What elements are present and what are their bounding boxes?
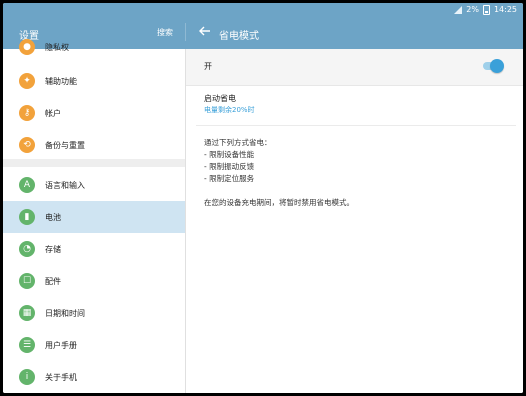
sidebar-item-accessories[interactable]: ☐ 配件: [3, 265, 185, 297]
sidebar-item-label: 用户手册: [45, 340, 77, 350]
sidebar-item-label: 辅助功能: [45, 76, 77, 86]
accessibility-icon: ✦: [19, 73, 35, 89]
accessory-icon: ☐: [19, 273, 35, 289]
power-saving-toggle[interactable]: [483, 59, 504, 73]
master-switch-row[interactable]: 开: [186, 49, 523, 86]
charging-note: 在您的设备充电期间，将暂时禁用省电模式。: [204, 198, 354, 207]
privacy-icon: ●: [19, 39, 35, 55]
sidebar-item-battery[interactable]: ▮ 电池: [3, 201, 185, 233]
desc-line: - 限制设备性能: [204, 150, 255, 159]
backup-icon: ⟲: [19, 137, 35, 153]
desc-line: - 限制振动反馈: [204, 162, 255, 171]
sidebar-item-backup[interactable]: ⟲ 备份与重置: [3, 129, 185, 161]
manual-icon: ☰: [19, 337, 35, 353]
sidebar-item-label: 存储: [45, 244, 61, 254]
signal-icon: [454, 6, 463, 14]
sidebar-item-label: 日期和时间: [45, 308, 85, 318]
page-title: 省电模式: [219, 31, 259, 42]
settings-window: 2% 14:25 设置 搜索 省电模式 ● 隐私权 ✦ 辅助功能 ⚷ 帐户 ⟲ …: [3, 3, 523, 393]
sidebar-item-label: 关于手机: [45, 372, 77, 382]
toggle-knob: [490, 59, 504, 73]
status-bar: 2% 14:25: [454, 5, 517, 15]
start-power-saving-value: 电量剩余20%时: [204, 106, 255, 114]
settings-sidebar: ● 隐私权 ✦ 辅助功能 ⚷ 帐户 ⟲ 备份与重置 A 语言和输入 ▮ 电池 ◔…: [3, 39, 185, 393]
sidebar-item-accessibility[interactable]: ✦ 辅助功能: [3, 65, 185, 97]
language-icon: A: [19, 177, 35, 193]
group-separator: [3, 159, 185, 167]
sidebar-item-storage[interactable]: ◔ 存储: [3, 233, 185, 265]
battery-icon: ▮: [19, 209, 35, 225]
sidebar-item-label: 电池: [45, 212, 61, 222]
sidebar-item-label: 帐户: [45, 108, 61, 118]
battery-percent: 2%: [466, 5, 479, 14]
power-saving-description: 通过下列方式省电： - 限制设备性能 - 限制振动反馈 - 限制定位服务: [204, 137, 272, 185]
start-power-saving-title[interactable]: 启动省电: [204, 93, 236, 104]
back-arrow-icon[interactable]: [199, 26, 211, 36]
sidebar-item-language[interactable]: A 语言和输入: [3, 169, 185, 201]
sidebar-item-manual[interactable]: ☰ 用户手册: [3, 329, 185, 361]
key-icon: ⚷: [19, 105, 35, 121]
clock: 14:25: [493, 5, 517, 14]
sidebar-item-date-time[interactable]: ▦ 日期和时间: [3, 297, 185, 329]
desc-line: 通过下列方式省电：: [204, 138, 272, 147]
info-icon: i: [19, 369, 35, 385]
switch-label: 开: [204, 62, 212, 71]
sidebar-item-label: 备份与重置: [45, 140, 85, 150]
desc-line: - 限制定位服务: [204, 174, 255, 183]
calendar-icon: ▦: [19, 305, 35, 321]
storage-icon: ◔: [19, 241, 35, 257]
sidebar-item-label: 语言和输入: [45, 180, 85, 190]
sidebar-item-about[interactable]: i 关于手机: [3, 361, 185, 393]
sidebar-item-label: 隐私权: [45, 42, 69, 52]
sidebar-item-privacy[interactable]: ● 隐私权: [3, 31, 185, 63]
sidebar-item-accounts[interactable]: ⚷ 帐户: [3, 97, 185, 129]
battery-status-icon: [482, 5, 490, 15]
sidebar-item-label: 配件: [45, 276, 61, 286]
header-divider: [185, 23, 186, 41]
power-saving-panel: 开 启动省电 电量剩余20%时 通过下列方式省电： - 限制设备性能 - 限制振…: [186, 49, 523, 393]
content-divider: [196, 125, 516, 126]
